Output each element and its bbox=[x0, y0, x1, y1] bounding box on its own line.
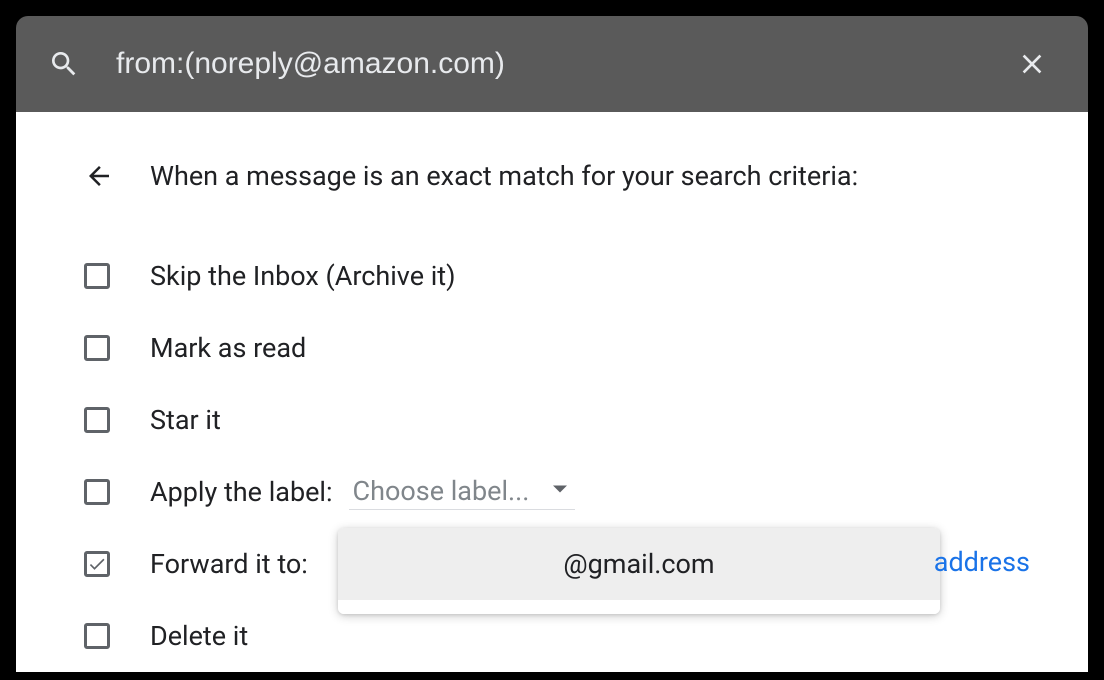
forward-address-option[interactable]: @gmail.com bbox=[338, 528, 940, 600]
panel-header: When a message is an exact match for you… bbox=[16, 160, 1088, 192]
checkbox-star[interactable] bbox=[84, 407, 110, 433]
panel-title: When a message is an exact match for you… bbox=[150, 160, 858, 192]
option-skip-inbox: Skip the Inbox (Archive it) bbox=[16, 240, 1088, 312]
option-forward: Forward it to: @gmail.com address bbox=[16, 528, 1088, 600]
label-select[interactable]: Choose label... bbox=[349, 475, 576, 510]
chevron-down-icon bbox=[553, 481, 567, 500]
arrow-left-icon bbox=[84, 161, 114, 191]
option-label: Star it bbox=[150, 404, 221, 436]
option-label: Forward it to: bbox=[150, 548, 308, 580]
search-icon[interactable] bbox=[48, 48, 80, 80]
option-star: Star it bbox=[16, 384, 1088, 456]
option-label: Delete it bbox=[150, 620, 248, 652]
forward-address-dropdown[interactable]: @gmail.com bbox=[338, 528, 940, 614]
filter-actions-panel: When a message is an exact match for you… bbox=[16, 112, 1088, 672]
search-input[interactable] bbox=[116, 47, 1008, 81]
option-apply-label: Apply the label: Choose label... bbox=[16, 456, 1088, 528]
checkbox-apply-label[interactable] bbox=[84, 479, 110, 505]
check-icon bbox=[87, 554, 107, 574]
search-bar bbox=[16, 16, 1088, 112]
close-icon bbox=[1016, 48, 1048, 80]
option-label: Apply the label: bbox=[150, 476, 333, 508]
checkbox-mark-read[interactable] bbox=[84, 335, 110, 361]
back-button[interactable] bbox=[84, 161, 114, 191]
checkbox-forward[interactable] bbox=[84, 551, 110, 577]
option-label: Skip the Inbox (Archive it) bbox=[150, 260, 456, 292]
dropdown-spacer bbox=[338, 600, 940, 614]
option-mark-read: Mark as read bbox=[16, 312, 1088, 384]
label-select-placeholder: Choose label... bbox=[353, 475, 530, 507]
option-label: Mark as read bbox=[150, 332, 306, 364]
clear-search-button[interactable] bbox=[1008, 40, 1056, 88]
add-address-link[interactable]: address bbox=[934, 546, 1030, 578]
checkbox-skip-inbox[interactable] bbox=[84, 263, 110, 289]
checkbox-delete[interactable] bbox=[84, 623, 110, 649]
